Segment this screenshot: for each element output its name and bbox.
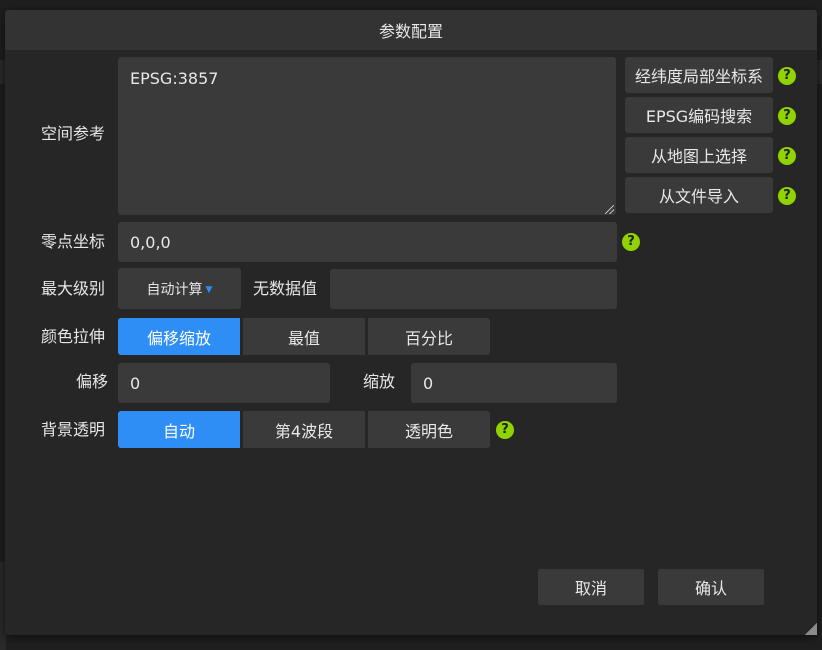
scale-input[interactable]: [411, 363, 617, 403]
help-icon-epsg[interactable]: ?: [778, 107, 796, 125]
max-level-selected: 自动计算: [146, 281, 203, 298]
help-icon-latlon[interactable]: ?: [778, 67, 796, 85]
nodata-input[interactable]: [330, 269, 617, 309]
cancel-button[interactable]: 取消: [538, 569, 644, 605]
spatial-ref-textarea[interactable]: EPSG:3857: [118, 57, 616, 215]
dialog-title: 参数配置: [5, 10, 817, 50]
stretch-option-offset-scale[interactable]: 偏移缩放: [118, 318, 240, 355]
transparent-option-band4[interactable]: 第4波段: [243, 411, 365, 448]
help-icon-map[interactable]: ?: [778, 147, 796, 165]
epsg-search-button[interactable]: EPSG编码搜索: [625, 97, 773, 133]
parameter-config-dialog: 参数配置 空间参考 EPSG:3857 经纬度局部坐标系 ? EPSG编码搜索 …: [5, 10, 817, 635]
offset-label: 偏移: [76, 372, 109, 391]
textarea-resize-grip[interactable]: [605, 205, 614, 214]
confirm-button[interactable]: 确认: [658, 569, 764, 605]
stretch-option-percent[interactable]: 百分比: [368, 318, 490, 355]
transparent-option-auto[interactable]: 自动: [118, 411, 240, 448]
origin-input[interactable]: [118, 222, 617, 262]
color-stretch-label: 颜色拉伸: [41, 327, 106, 346]
latlon-local-crs-button[interactable]: 经纬度局部坐标系: [625, 57, 773, 93]
import-from-file-button[interactable]: 从文件导入: [625, 177, 773, 213]
transparent-option-color[interactable]: 透明色: [368, 411, 490, 448]
nodata-label: 无数据值: [253, 279, 318, 298]
stretch-option-minmax[interactable]: 最值: [243, 318, 365, 355]
spatial-ref-label: 空间参考: [41, 124, 106, 143]
background-app-strip-right: [817, 60, 822, 84]
max-level-dropdown[interactable]: 自动计算 ▼: [118, 268, 241, 309]
caret-down-icon: ▼: [205, 285, 213, 295]
help-icon-origin[interactable]: ?: [622, 233, 640, 251]
offset-input[interactable]: [118, 363, 330, 403]
max-level-label: 最大级别: [41, 279, 106, 298]
help-icon-file[interactable]: ?: [778, 187, 796, 205]
help-icon-transparent[interactable]: ?: [496, 421, 514, 439]
select-from-map-button[interactable]: 从地图上选择: [625, 137, 773, 173]
scale-label: 缩放: [363, 372, 396, 391]
origin-label: 零点坐标: [41, 232, 106, 251]
bg-transparent-label: 背景透明: [41, 420, 106, 439]
dialog-resize-grip[interactable]: [805, 623, 817, 635]
